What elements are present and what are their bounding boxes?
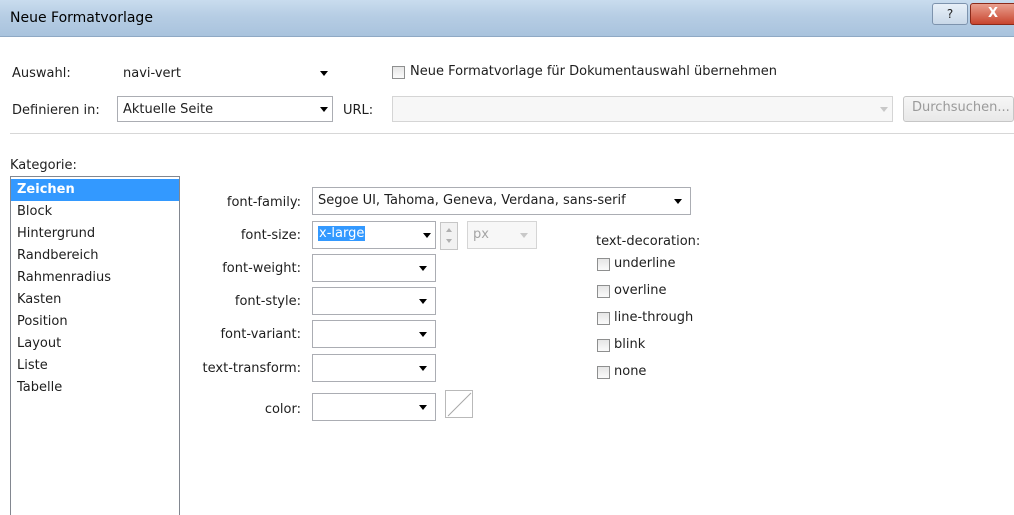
font-size-stepper[interactable] xyxy=(440,222,458,250)
separator xyxy=(10,133,1014,134)
font-size-unit-select[interactable]: px xyxy=(467,221,537,249)
overline-checkbox[interactable] xyxy=(597,285,610,298)
chevron-down-icon xyxy=(320,71,328,76)
blink-checkbox[interactable] xyxy=(597,339,610,352)
chevron-down-icon xyxy=(423,233,431,238)
overline-label: overline xyxy=(614,283,667,298)
chevron-down-icon xyxy=(880,107,888,112)
chevron-down-icon xyxy=(419,266,427,271)
category-item-kasten[interactable]: Kasten xyxy=(11,289,179,311)
line-through-checkbox[interactable] xyxy=(597,312,610,325)
text-transform-select[interactable] xyxy=(312,354,436,382)
chevron-down-icon xyxy=(674,199,682,204)
arrow-down-icon xyxy=(446,239,452,243)
category-item-block[interactable]: Block xyxy=(11,201,179,223)
new-style-checkbox-label: Neue Formatvorlage für Dokumentauswahl ü… xyxy=(410,64,778,79)
chevron-down-icon xyxy=(419,299,427,304)
font-weight-label: font-weight: xyxy=(222,261,301,276)
category-list[interactable]: Zeichen Block Hintergrund Randbereich Ra… xyxy=(10,176,180,515)
font-weight-select[interactable] xyxy=(312,254,436,282)
underline-label: underline xyxy=(614,256,676,271)
font-variant-select[interactable] xyxy=(312,320,436,348)
none-checkbox[interactable] xyxy=(597,366,610,379)
chevron-down-icon xyxy=(520,233,528,238)
color-label: color: xyxy=(264,402,301,417)
text-decoration-label: text-decoration: xyxy=(596,234,701,249)
text-transform-label: text-transform: xyxy=(202,361,301,376)
category-item-position[interactable]: Position xyxy=(11,311,179,333)
kategorie-label: Kategorie: xyxy=(10,158,77,173)
chevron-down-icon xyxy=(419,366,427,371)
chevron-down-icon xyxy=(419,332,427,337)
help-button[interactable]: ? xyxy=(932,3,968,25)
color-swatch[interactable] xyxy=(445,390,473,418)
close-button[interactable]: X xyxy=(970,3,1014,25)
font-size-label: font-size: xyxy=(240,228,301,243)
category-item-tabelle[interactable]: Tabelle xyxy=(11,377,179,399)
property-labels: font-family: font-size: font-weight: fon… xyxy=(180,0,301,515)
chevron-down-icon xyxy=(419,405,427,410)
font-variant-label: font-variant: xyxy=(220,327,301,342)
help-icon: ? xyxy=(946,7,954,21)
font-style-select[interactable] xyxy=(312,287,436,315)
category-item-randbereich[interactable]: Randbereich xyxy=(11,245,179,267)
font-family-select[interactable]: Segoe UI, Tahoma, Geneva, Verdana, sans-… xyxy=(312,187,691,215)
chevron-down-icon xyxy=(320,107,328,112)
browse-button[interactable]: Durchsuchen... xyxy=(903,96,1014,122)
category-item-zeichen[interactable]: Zeichen xyxy=(11,179,179,201)
new-style-checkbox[interactable] xyxy=(392,66,405,79)
url-field[interactable] xyxy=(392,96,893,122)
blink-label: blink xyxy=(614,337,646,352)
underline-checkbox[interactable] xyxy=(597,258,610,271)
definieren-label: Definieren in: xyxy=(12,103,100,118)
auswahl-label: Auswahl: xyxy=(12,66,71,81)
title-bar: Neue Formatvorlage ? X xyxy=(0,0,1014,37)
url-label: URL: xyxy=(343,103,374,118)
font-style-label: font-style: xyxy=(234,294,301,309)
line-through-label: line-through xyxy=(614,310,694,325)
color-select[interactable] xyxy=(312,393,436,421)
no-color-icon xyxy=(447,392,472,417)
category-item-layout[interactable]: Layout xyxy=(11,333,179,355)
category-item-hintergrund[interactable]: Hintergrund xyxy=(11,223,179,245)
font-size-input[interactable]: x-large xyxy=(312,221,436,249)
close-icon: X xyxy=(987,6,999,21)
category-item-rahmenradius[interactable]: Rahmenradius xyxy=(11,267,179,289)
window-title: Neue Formatvorlage xyxy=(10,10,153,26)
arrow-up-icon xyxy=(446,228,452,232)
font-family-label: font-family: xyxy=(226,195,301,210)
none-label: none xyxy=(614,364,647,379)
category-item-liste[interactable]: Liste xyxy=(11,355,179,377)
